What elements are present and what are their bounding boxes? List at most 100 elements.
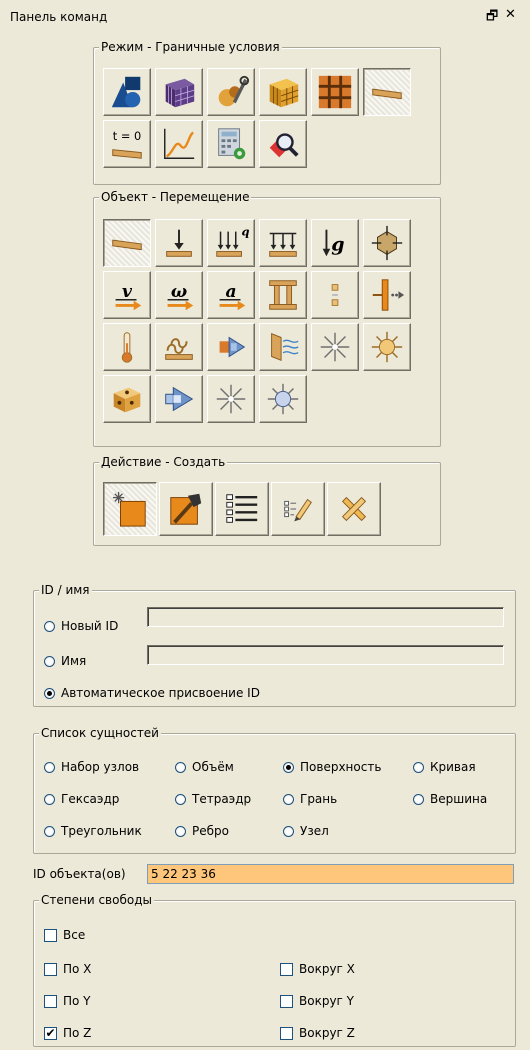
entity-label: Тетраэдр [192, 792, 252, 806]
edit-icon [284, 498, 312, 522]
checkbox-box[interactable] [280, 1026, 293, 1040]
dof-y-checkbox[interactable]: По Y [44, 994, 91, 1008]
angular-velocity-button[interactable]: ω [155, 271, 203, 319]
entity-radio-node-set[interactable]: Набор узлов [44, 760, 139, 774]
name-radio[interactable]: Имя [44, 654, 86, 668]
materials-button[interactable] [207, 68, 255, 116]
sun-button[interactable] [259, 375, 307, 423]
entity-radio-triangle[interactable]: Треугольник [44, 824, 142, 838]
dof-z-checkbox[interactable]: ✔ По Z [44, 1026, 91, 1040]
list-button[interactable] [215, 482, 269, 536]
radio-dot[interactable] [283, 825, 294, 837]
checkbox-box[interactable] [280, 994, 293, 1008]
geometry-button[interactable] [103, 68, 151, 116]
initial-conditions-button[interactable]: t = 0 [103, 120, 151, 168]
entity-radio-volume[interactable]: Объём [175, 760, 234, 774]
pressure-label: q [241, 224, 249, 238]
checkbox-box[interactable] [44, 928, 57, 942]
radio-dot[interactable] [283, 793, 294, 805]
light-source-button[interactable] [363, 323, 411, 371]
blocks-button[interactable] [311, 68, 359, 116]
contact-button[interactable] [311, 271, 359, 319]
entity-radio-hexahedron[interactable]: Гексаэдр [44, 792, 119, 806]
edit-button[interactable] [271, 482, 325, 536]
dof-label: По X [63, 962, 92, 976]
radio-dot[interactable] [44, 761, 55, 773]
heat-source-button[interactable] [311, 323, 359, 371]
mode-legend: Режим - Граничные условия [99, 40, 282, 54]
modify-icon [170, 493, 202, 525]
entity-label: Узел [300, 824, 329, 838]
dof-all-checkbox[interactable]: Все [44, 928, 85, 942]
dof-rx-checkbox[interactable]: Вокруг X [280, 962, 355, 976]
mesh-button[interactable] [155, 68, 203, 116]
spring-button[interactable] [363, 271, 411, 319]
entity-radio-vertex[interactable]: Вершина [413, 792, 487, 806]
force-button[interactable] [155, 219, 203, 267]
entity-radio-face[interactable]: Грань [283, 792, 337, 806]
gravity-button[interactable]: g [311, 219, 359, 267]
dof-label: По Z [63, 1026, 92, 1040]
search-button[interactable] [259, 120, 307, 168]
boundary-conditions-button[interactable] [363, 68, 411, 116]
rigid-body-button[interactable] [259, 271, 307, 319]
radio-dot[interactable] [44, 793, 55, 805]
radio-dot[interactable] [175, 761, 186, 773]
dof-label: Вокруг X [299, 962, 355, 976]
name-input[interactable] [147, 645, 504, 665]
curve-button[interactable] [155, 120, 203, 168]
radio-dot[interactable] [413, 793, 424, 805]
dof-rz-checkbox[interactable]: Вокруг Z [280, 1026, 355, 1040]
radio-dot[interactable] [283, 761, 294, 773]
object-ids-input[interactable]: 5 22 23 36 [147, 864, 514, 884]
convection-icon [219, 336, 246, 358]
entity-radio-tetrahedron[interactable]: Тетраэдр [175, 792, 251, 806]
name-radio-dot[interactable] [44, 655, 55, 667]
delete-button[interactable] [327, 482, 381, 536]
modify-button[interactable] [159, 482, 213, 536]
new-id-radio[interactable]: Новый ID [44, 619, 118, 633]
elements-icon [269, 78, 299, 108]
radio-dot[interactable] [413, 761, 424, 773]
entity-radio-node[interactable]: Узел [283, 824, 329, 838]
restore-icon[interactable]: 🗗 [486, 7, 498, 29]
temperature-button[interactable] [103, 323, 151, 371]
create-button[interactable] [103, 482, 157, 536]
volume-heat-button[interactable] [103, 375, 151, 423]
dof-x-checkbox[interactable]: По X [44, 962, 91, 976]
checkmark-icon[interactable]: ✔ [44, 1026, 57, 1040]
radio-dot[interactable] [44, 825, 55, 837]
entity-radio-edge[interactable]: Ребро [175, 824, 229, 838]
entity-radio-curve[interactable]: Кривая [413, 760, 476, 774]
entity-label: Гексаэдр [61, 792, 120, 806]
acceleration-button[interactable]: a [207, 271, 255, 319]
pressure-button[interactable]: q [207, 219, 255, 267]
distributed-load-button[interactable] [259, 219, 307, 267]
radiation-button[interactable] [259, 323, 307, 371]
displacement-button[interactable] [103, 219, 151, 267]
convection-button[interactable] [207, 323, 255, 371]
mesh-icon [165, 78, 195, 108]
radio-dot[interactable] [175, 793, 186, 805]
elements-button[interactable] [259, 68, 307, 116]
heat-flux-button[interactable] [155, 323, 203, 371]
new-id-radio-dot[interactable] [44, 620, 55, 632]
point-source-button[interactable] [207, 375, 255, 423]
entity-radio-surface[interactable]: Поверхность [283, 760, 381, 774]
analysis-button[interactable] [207, 120, 255, 168]
dof-ry-checkbox[interactable]: Вокруг Y [280, 994, 354, 1008]
checkbox-box[interactable] [280, 962, 293, 976]
fluid-flow-button[interactable] [155, 375, 203, 423]
object-ids-label: ID объекта(ов) [33, 867, 126, 881]
rigid-body-icon [269, 280, 297, 310]
radio-dot[interactable] [175, 825, 186, 837]
velocity-button[interactable]: v [103, 271, 151, 319]
constraint-button[interactable] [363, 219, 411, 267]
checkbox-box[interactable] [44, 994, 57, 1008]
checkbox-box[interactable] [44, 962, 57, 976]
close-icon[interactable]: ✕ [505, 7, 516, 22]
auto-id-radio-dot[interactable] [44, 687, 55, 699]
auto-id-radio[interactable]: Автоматическое присвоение ID [44, 686, 260, 700]
new-id-input[interactable] [147, 607, 504, 627]
geometry-icon [111, 76, 141, 108]
